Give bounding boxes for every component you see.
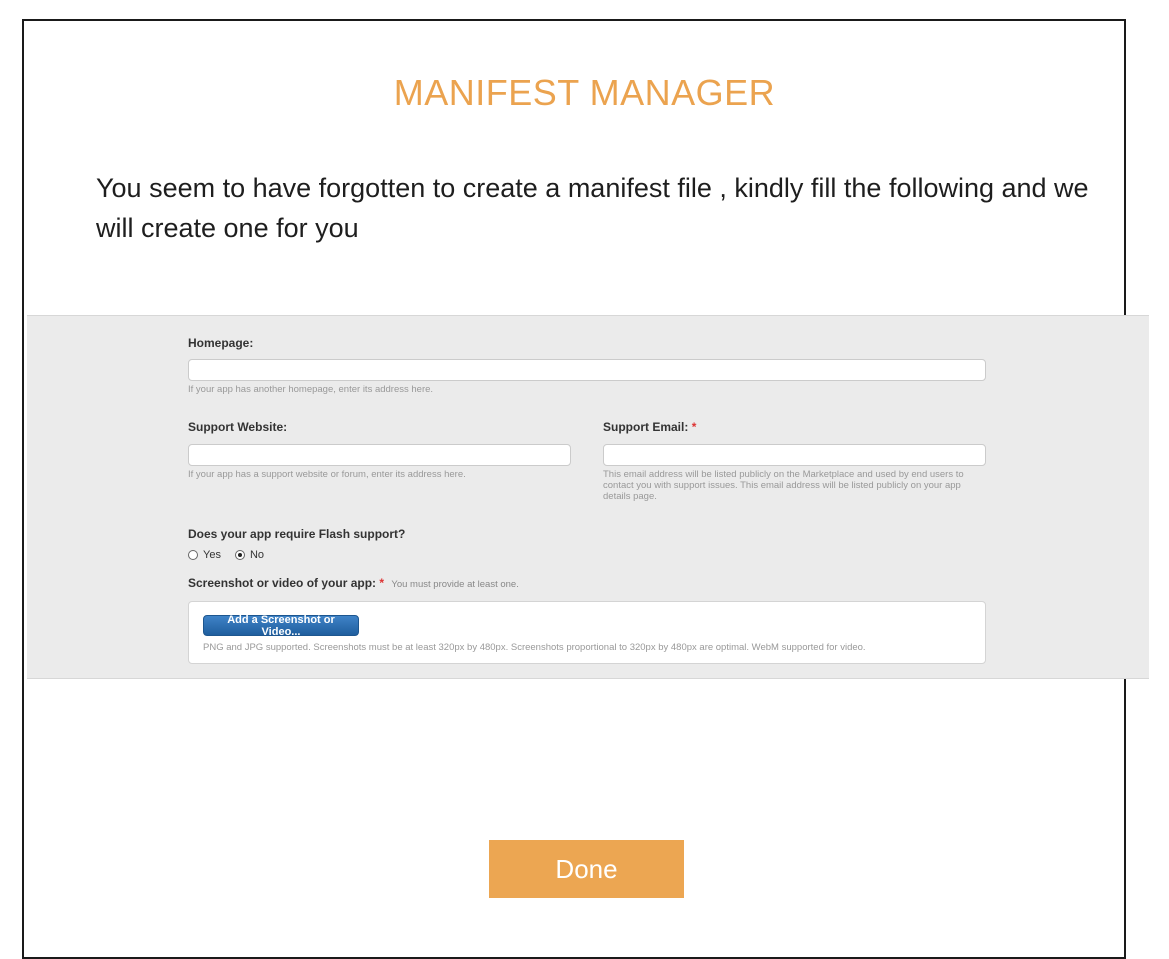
homepage-input[interactable]: [188, 359, 986, 381]
support-email-input[interactable]: [603, 444, 986, 466]
radio-no-icon[interactable]: [234, 550, 245, 560]
intro-text: You seem to have forgotten to create a m…: [96, 173, 1089, 243]
homepage-help: If your app has another homepage, enter …: [188, 384, 434, 395]
support-website-label: Support Website:: [188, 420, 287, 434]
support-website-label-text: Support Website:: [188, 420, 288, 434]
media-label-text: Screenshot or video of your app:: [188, 576, 377, 590]
radio-yes-icon[interactable]: [188, 550, 198, 560]
page-title: MANIFEST MANAGER: [393, 72, 776, 113]
required-marker: *: [691, 420, 697, 434]
required-marker: *: [379, 576, 385, 590]
homepage-label: Homepage:: [188, 336, 253, 350]
done-button[interactable]: Done: [489, 840, 684, 898]
flash-option-no[interactable]: No: [234, 549, 265, 561]
support-email-label: Support Email: *: [603, 420, 696, 434]
support-email-help: This email address will be listed public…: [603, 469, 964, 502]
support-email-label-text: Support Email:: [603, 420, 689, 434]
flash-question: Does your app require Flash support?: [188, 527, 406, 541]
flash-radio-group: Yes No: [188, 549, 278, 561]
add-screenshot-button[interactable]: Add a Screenshot or Video...: [203, 614, 359, 638]
media-upload-box: Add a Screenshot or Video... PNG and JPG…: [188, 601, 986, 664]
manifest-form-panel: Homepage: If your app has another homepa…: [27, 315, 1149, 679]
flash-option-yes-label: Yes: [203, 549, 221, 561]
homepage-label-text: Homepage:: [188, 336, 254, 350]
flash-option-no-label: No: [249, 549, 265, 561]
media-help: PNG and JPG supported. Screenshots must …: [203, 642, 866, 653]
support-website-help: If your app has a support website or for…: [188, 469, 466, 480]
media-note: You must provide at least one.: [391, 579, 519, 590]
flash-option-yes[interactable]: Yes: [188, 549, 221, 561]
media-label: Screenshot or video of your app: * You m…: [188, 576, 519, 590]
support-website-input[interactable]: [188, 444, 571, 466]
